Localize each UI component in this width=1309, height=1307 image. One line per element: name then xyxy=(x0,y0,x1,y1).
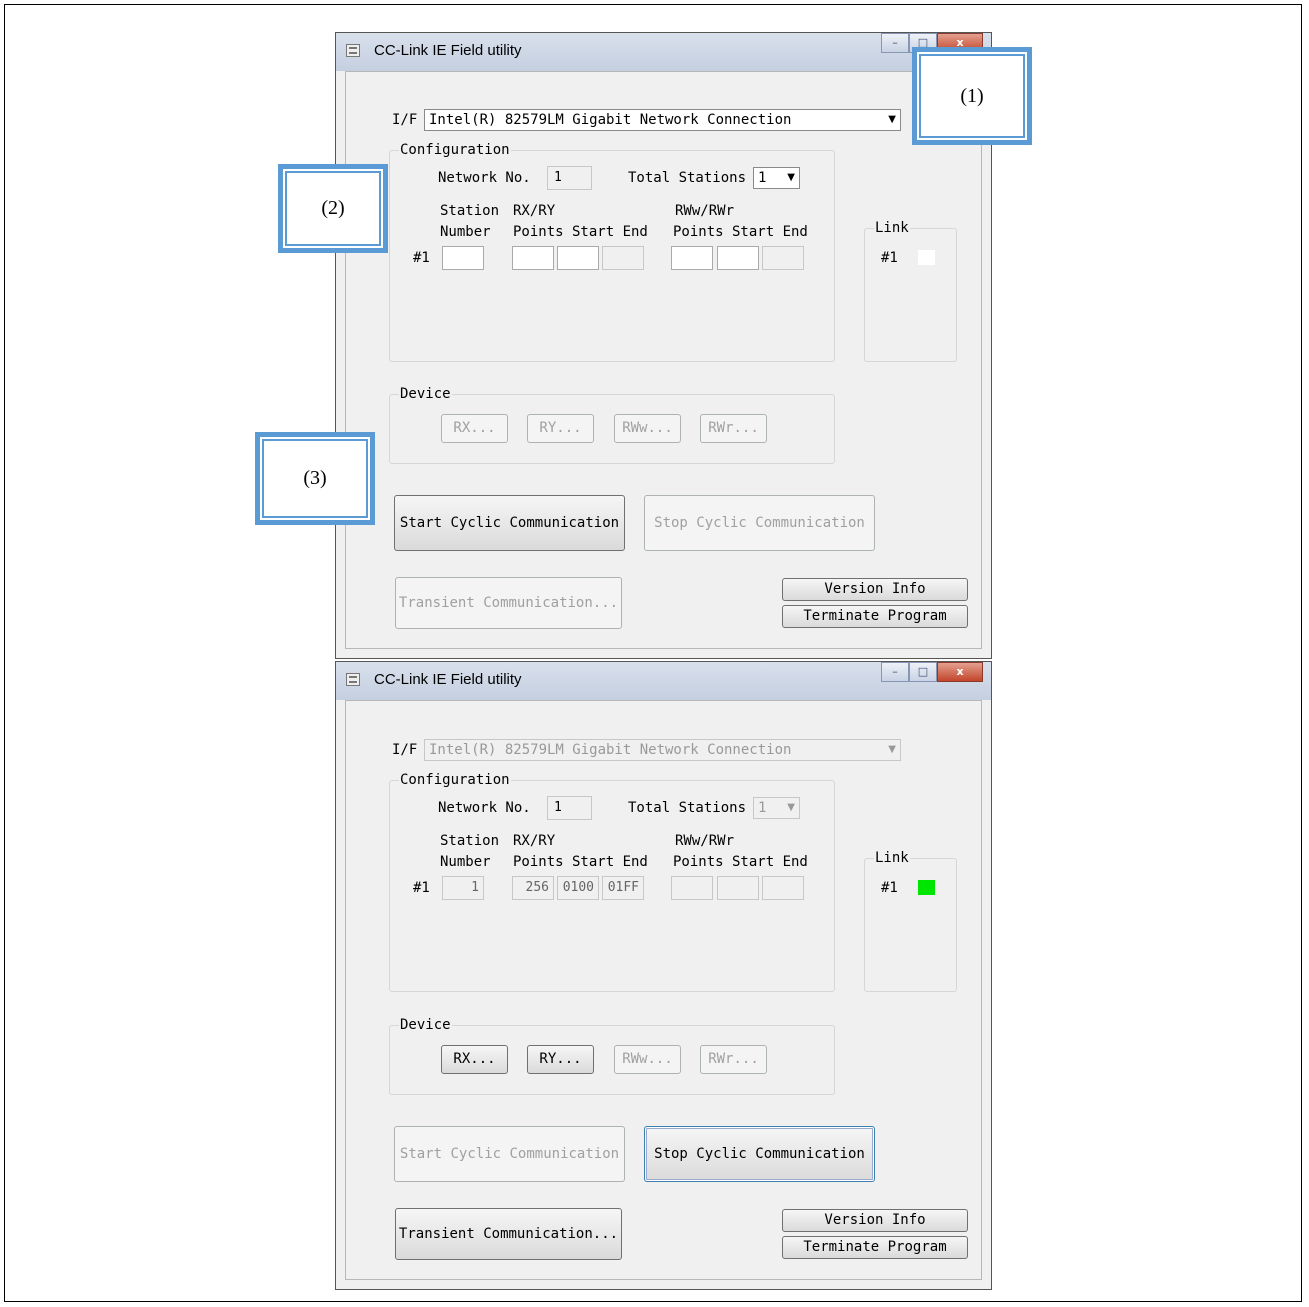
link-group-title: Link xyxy=(874,220,910,236)
station-row-label: #1 xyxy=(413,880,430,896)
configuration-group-title: Configuration xyxy=(399,772,511,788)
total-stations-label: Total Stations xyxy=(628,170,747,186)
rxry-start-input[interactable] xyxy=(557,246,599,270)
client-area: I/F Intel(R) 82579LM Gigabit Network Con… xyxy=(345,71,982,649)
total-stations-select[interactable]: 1 ▼ xyxy=(753,797,800,819)
rwwrwr-label: RWw/RWr xyxy=(675,833,735,849)
link-status-indicator xyxy=(918,880,935,895)
rxry-points-input[interactable] xyxy=(512,246,554,270)
station-number-label: Number xyxy=(440,854,491,870)
window-title: CC-Link IE Field utility xyxy=(374,42,522,59)
client-area: I/F Intel(R) 82579LM Gigabit Network Con… xyxy=(345,700,982,1280)
link-group xyxy=(864,228,957,362)
rww-points-field xyxy=(671,876,713,900)
rxry-end-field: 01FF xyxy=(602,876,644,900)
close-button[interactable]: x xyxy=(937,662,983,682)
link-status-indicator xyxy=(918,250,935,265)
rww-start-field xyxy=(717,876,759,900)
total-stations-select[interactable]: 1 ▼ xyxy=(753,167,800,189)
version-info-button[interactable]: Version Info xyxy=(782,1209,968,1232)
rxry-start-field: 0100 xyxy=(557,876,599,900)
utility-window-before: CC-Link IE Field utility – □ x I/F Intel… xyxy=(335,32,992,659)
link-group-title: Link xyxy=(874,850,910,866)
ry-button[interactable]: RY... xyxy=(527,414,594,443)
rwr-button[interactable]: RWr... xyxy=(700,1045,767,1074)
title-bar[interactable]: CC-Link IE Field utility – □ x xyxy=(336,662,991,700)
callout-3: (3) xyxy=(255,432,375,525)
terminate-program-button[interactable]: Terminate Program xyxy=(782,605,968,628)
rwwrwr-label: RWw/RWr xyxy=(675,203,735,219)
if-select-value: Intel(R) 82579LM Gigabit Network Connect… xyxy=(429,742,792,758)
stop-cyclic-button[interactable]: Stop Cyclic Communication xyxy=(644,495,875,551)
total-stations-value: 1 xyxy=(758,170,767,186)
rxry-label: RX/RY xyxy=(513,203,556,219)
rww-start-input[interactable] xyxy=(717,246,759,270)
title-bar[interactable]: CC-Link IE Field utility – □ x xyxy=(336,33,991,71)
device-group-title: Device xyxy=(399,1017,452,1033)
network-no-value: 1 xyxy=(554,800,562,815)
chevron-down-icon: ▼ xyxy=(787,172,795,183)
rwwrwr-columns-label: Points Start End xyxy=(673,224,808,240)
total-stations-value: 1 xyxy=(758,800,767,816)
if-label: I/F xyxy=(392,742,418,758)
network-no-value: 1 xyxy=(554,170,562,185)
utility-window-after: CC-Link IE Field utility – □ x I/F Intel… xyxy=(335,661,992,1290)
rww-button[interactable]: RWw... xyxy=(614,414,681,443)
callout-2: (2) xyxy=(278,164,388,253)
stop-cyclic-button[interactable]: Stop Cyclic Communication xyxy=(644,1126,875,1182)
start-cyclic-button[interactable]: Start Cyclic Communication xyxy=(394,495,625,551)
minimize-button[interactable]: – xyxy=(881,33,909,53)
station-number-field: 1 xyxy=(442,876,484,900)
rww-points-input[interactable] xyxy=(671,246,713,270)
network-no-label: Network No. xyxy=(438,170,531,186)
network-no-field: 1 xyxy=(547,166,592,190)
rww-end-field xyxy=(762,876,804,900)
if-select[interactable]: Intel(R) 82579LM Gigabit Network Connect… xyxy=(424,739,901,761)
station-number-input[interactable] xyxy=(442,246,484,270)
start-cyclic-button[interactable]: Start Cyclic Communication xyxy=(394,1126,625,1182)
app-icon xyxy=(346,44,360,57)
network-no-field: 1 xyxy=(547,796,592,820)
maximize-button[interactable]: □ xyxy=(909,662,937,682)
callout-1: (1) xyxy=(912,47,1032,145)
total-stations-label: Total Stations xyxy=(628,800,747,816)
rx-button[interactable]: RX... xyxy=(441,414,508,443)
station-label: Station xyxy=(440,833,500,849)
version-info-button[interactable]: Version Info xyxy=(782,578,968,601)
chevron-down-icon: ▼ xyxy=(888,114,896,125)
rxry-columns-label: Points Start End xyxy=(513,854,648,870)
station-row-label: #1 xyxy=(413,250,430,266)
rww-button[interactable]: RWw... xyxy=(614,1045,681,1074)
network-no-label: Network No. xyxy=(438,800,531,816)
rxry-label: RX/RY xyxy=(513,833,556,849)
transient-communication-button[interactable]: Transient Communication... xyxy=(395,1208,622,1260)
transient-communication-button[interactable]: Transient Communication... xyxy=(395,577,622,629)
rww-end-field xyxy=(762,246,804,270)
rwwrwr-columns-label: Points Start End xyxy=(673,854,808,870)
if-select-value: Intel(R) 82579LM Gigabit Network Connect… xyxy=(429,112,792,128)
if-label: I/F xyxy=(392,112,418,128)
link-group xyxy=(864,858,957,992)
ry-button[interactable]: RY... xyxy=(527,1045,594,1074)
link-row-label: #1 xyxy=(881,880,898,896)
chevron-down-icon: ▼ xyxy=(787,802,795,813)
rxry-end-field xyxy=(602,246,644,270)
configuration-group-title: Configuration xyxy=(399,142,511,158)
chevron-down-icon: ▼ xyxy=(888,744,896,755)
station-label: Station xyxy=(440,203,500,219)
rx-button[interactable]: RX... xyxy=(441,1045,508,1074)
window-title: CC-Link IE Field utility xyxy=(374,671,522,688)
rxry-columns-label: Points Start End xyxy=(513,224,648,240)
link-row-label: #1 xyxy=(881,250,898,266)
device-group-title: Device xyxy=(399,386,452,402)
rwr-button[interactable]: RWr... xyxy=(700,414,767,443)
app-icon xyxy=(346,673,360,686)
if-select[interactable]: Intel(R) 82579LM Gigabit Network Connect… xyxy=(424,109,901,131)
station-number-label: Number xyxy=(440,224,491,240)
minimize-button[interactable]: – xyxy=(881,662,909,682)
rxry-points-field: 256 xyxy=(512,876,554,900)
terminate-program-button[interactable]: Terminate Program xyxy=(782,1236,968,1259)
